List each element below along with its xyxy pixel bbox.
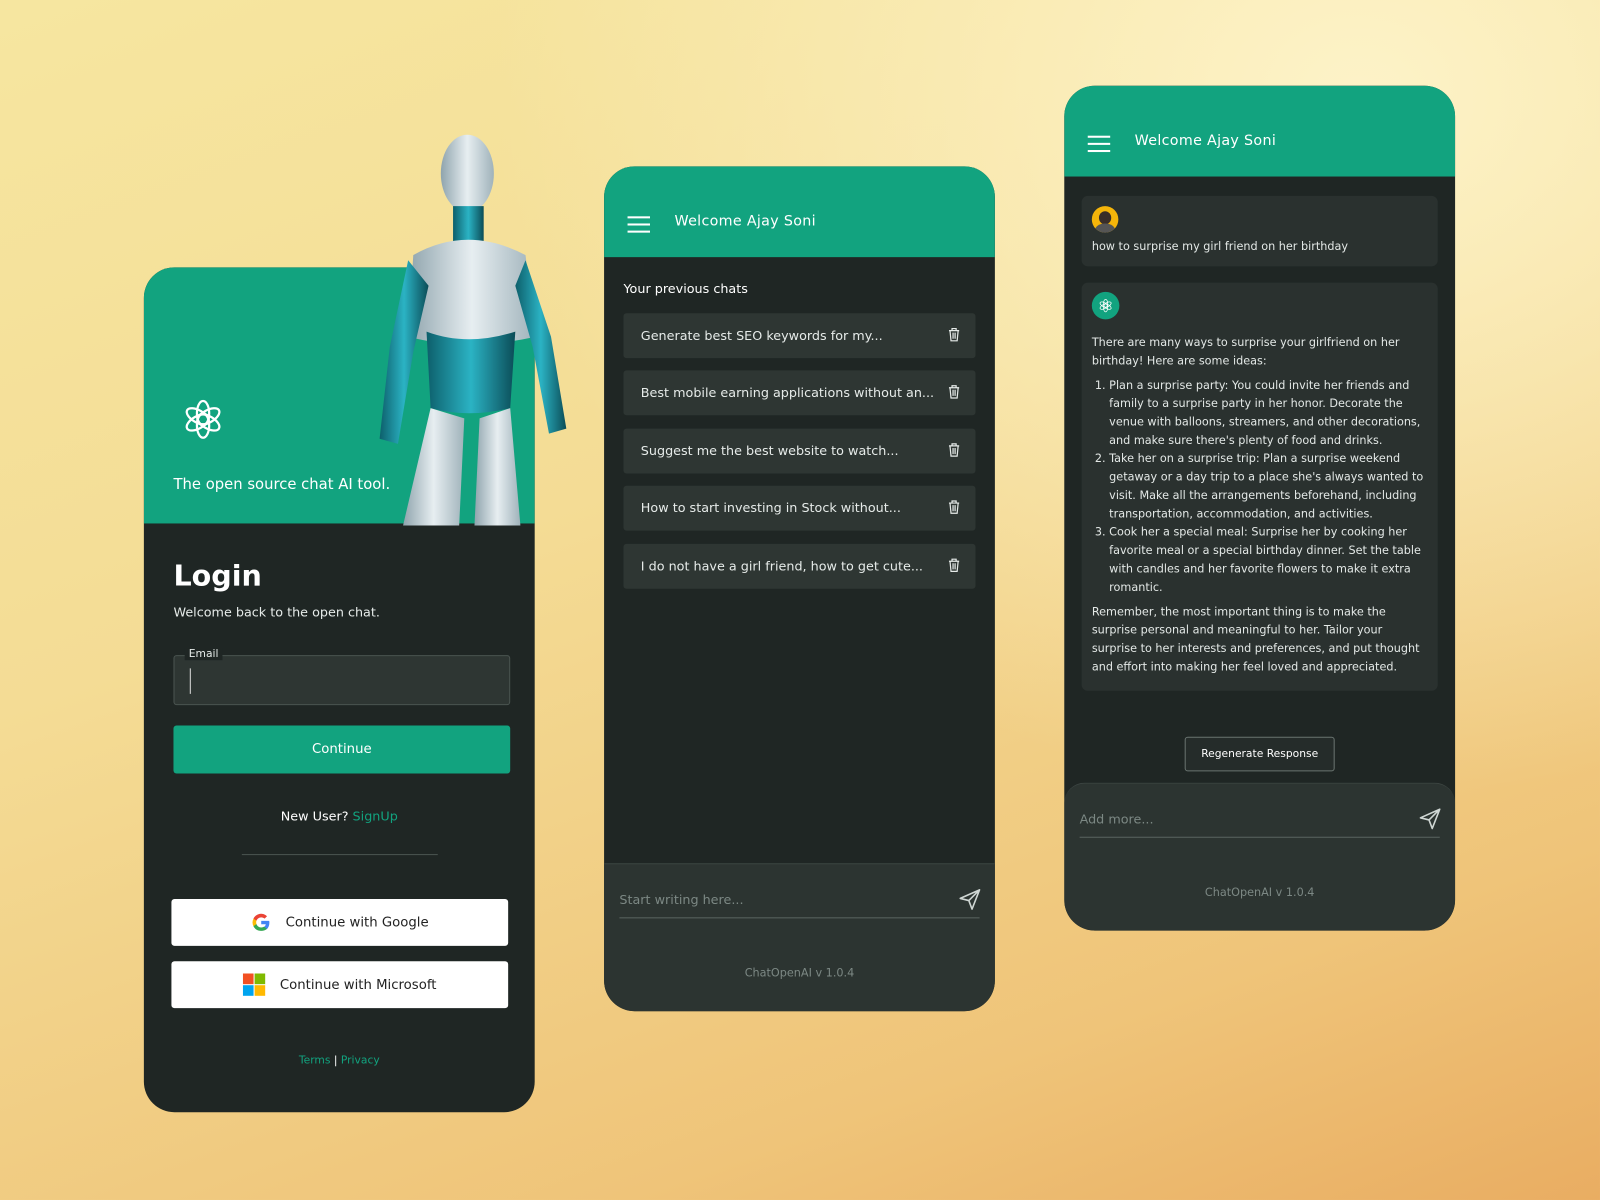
openai-logo-icon [1098, 298, 1113, 313]
terms-link[interactable]: Terms [299, 1054, 331, 1066]
version-label: ChatOpenAI v 1.0.4 [744, 966, 855, 980]
user-message: how to surprise my girl friend on her bi… [1081, 195, 1438, 267]
email-field[interactable]: Email [173, 647, 511, 706]
microsoft-login-button[interactable]: Continue with Microsoft [171, 961, 509, 1009]
user-avatar [1091, 206, 1119, 233]
user-message-text: how to surprise my girl friend on her bi… [1091, 239, 1349, 254]
divider [241, 854, 438, 856]
tagline: The open source chat AI tool. [173, 476, 391, 493]
input-underline [1079, 836, 1440, 838]
message-input[interactable]: Start writing here... [619, 892, 743, 907]
reply-item: Cook her a special meal: Surprise her by… [1109, 523, 1427, 596]
chat-item[interactable]: Generate best SEO keywords for my... [623, 313, 976, 359]
history-header: Welcome Ajay Soni [604, 166, 995, 258]
chat-title: Suggest me the best website to watch... [640, 442, 899, 459]
header-title: Welcome Ajay Soni [674, 213, 816, 230]
microsoft-label: Continue with Microsoft [279, 977, 437, 993]
new-user-text: New User? [280, 808, 349, 824]
reply-item: Take her on a surprise trip: Plan a surp… [1109, 450, 1427, 523]
continue-label: Continue [312, 741, 372, 758]
email-label: Email [184, 647, 223, 661]
chat-title: Generate best SEO keywords for my... [640, 327, 883, 343]
chat-item[interactable]: Suggest me the best website to watch... [623, 428, 976, 474]
google-login-button[interactable]: Continue with Google [171, 898, 509, 946]
regenerate-label: Regenerate Response [1201, 747, 1319, 761]
robot-illustration [379, 134, 567, 526]
reply-intro: There are many ways to surprise your gir… [1091, 335, 1400, 368]
continue-button[interactable]: Continue [173, 725, 511, 774]
composer: Add more... ChatOpenAI v 1.0.4 [1064, 782, 1456, 931]
assistant-avatar [1091, 291, 1120, 320]
trash-icon[interactable] [948, 327, 960, 342]
send-icon[interactable] [1419, 808, 1441, 830]
reply-item: Plan a surprise party: You could invite … [1109, 377, 1427, 450]
composer: Start writing here... ChatOpenAI v 1.0.4 [604, 863, 995, 1012]
history-panel: Welcome Ajay Soni Your previous chats Ge… [604, 166, 995, 1012]
input-underline [619, 917, 980, 919]
version-label: ChatOpenAI v 1.0.4 [1204, 885, 1315, 899]
microsoft-icon [243, 973, 266, 996]
chat-header: Welcome Ajay Soni [1064, 85, 1456, 177]
message-input[interactable]: Add more... [1080, 811, 1154, 826]
menu-icon[interactable] [1087, 135, 1111, 153]
signup-row: New User? SignUp [144, 808, 535, 823]
chat-panel: Welcome Ajay Soni how to surprise my gir… [1064, 85, 1456, 931]
google-icon [252, 913, 270, 931]
openai-logo-icon [182, 399, 224, 439]
menu-icon[interactable] [627, 216, 650, 233]
privacy-link[interactable]: Privacy [341, 1054, 380, 1066]
signup-link[interactable]: SignUp [353, 808, 398, 823]
reply-list: Plan a surprise party: You could invite … [1092, 377, 1428, 597]
page-title: Login [173, 559, 262, 593]
regenerate-button[interactable]: Regenerate Response [1184, 736, 1335, 772]
assistant-message: There are many ways to surprise your gir… [1081, 282, 1438, 691]
email-input[interactable] [189, 668, 191, 694]
separator: | [333, 1054, 338, 1067]
trash-icon[interactable] [948, 500, 960, 514]
login-subtitle: Welcome back to the open chat. [173, 604, 380, 620]
reply-outro: Remember, the most important thing is to… [1091, 605, 1420, 674]
legal-links: Terms | Privacy [144, 1054, 535, 1066]
chat-item[interactable]: I do not have a girl friend, how to get … [623, 543, 976, 589]
chat-title: I do not have a girl friend, how to get … [640, 558, 923, 574]
header-title: Welcome Ajay Soni [1134, 132, 1277, 149]
send-icon[interactable] [959, 889, 981, 910]
trash-icon[interactable] [948, 443, 960, 457]
trash-icon[interactable] [948, 385, 960, 399]
section-title: Your previous chats [623, 280, 748, 296]
chat-title: How to start investing in Stock without.… [640, 499, 901, 516]
chat-title: Best mobile earning applications without… [640, 384, 935, 400]
chat-item[interactable]: How to start investing in Stock without.… [623, 485, 976, 531]
trash-icon[interactable] [948, 558, 960, 573]
chat-item[interactable]: Best mobile earning applications without… [623, 370, 976, 416]
google-label: Continue with Google [285, 914, 429, 931]
